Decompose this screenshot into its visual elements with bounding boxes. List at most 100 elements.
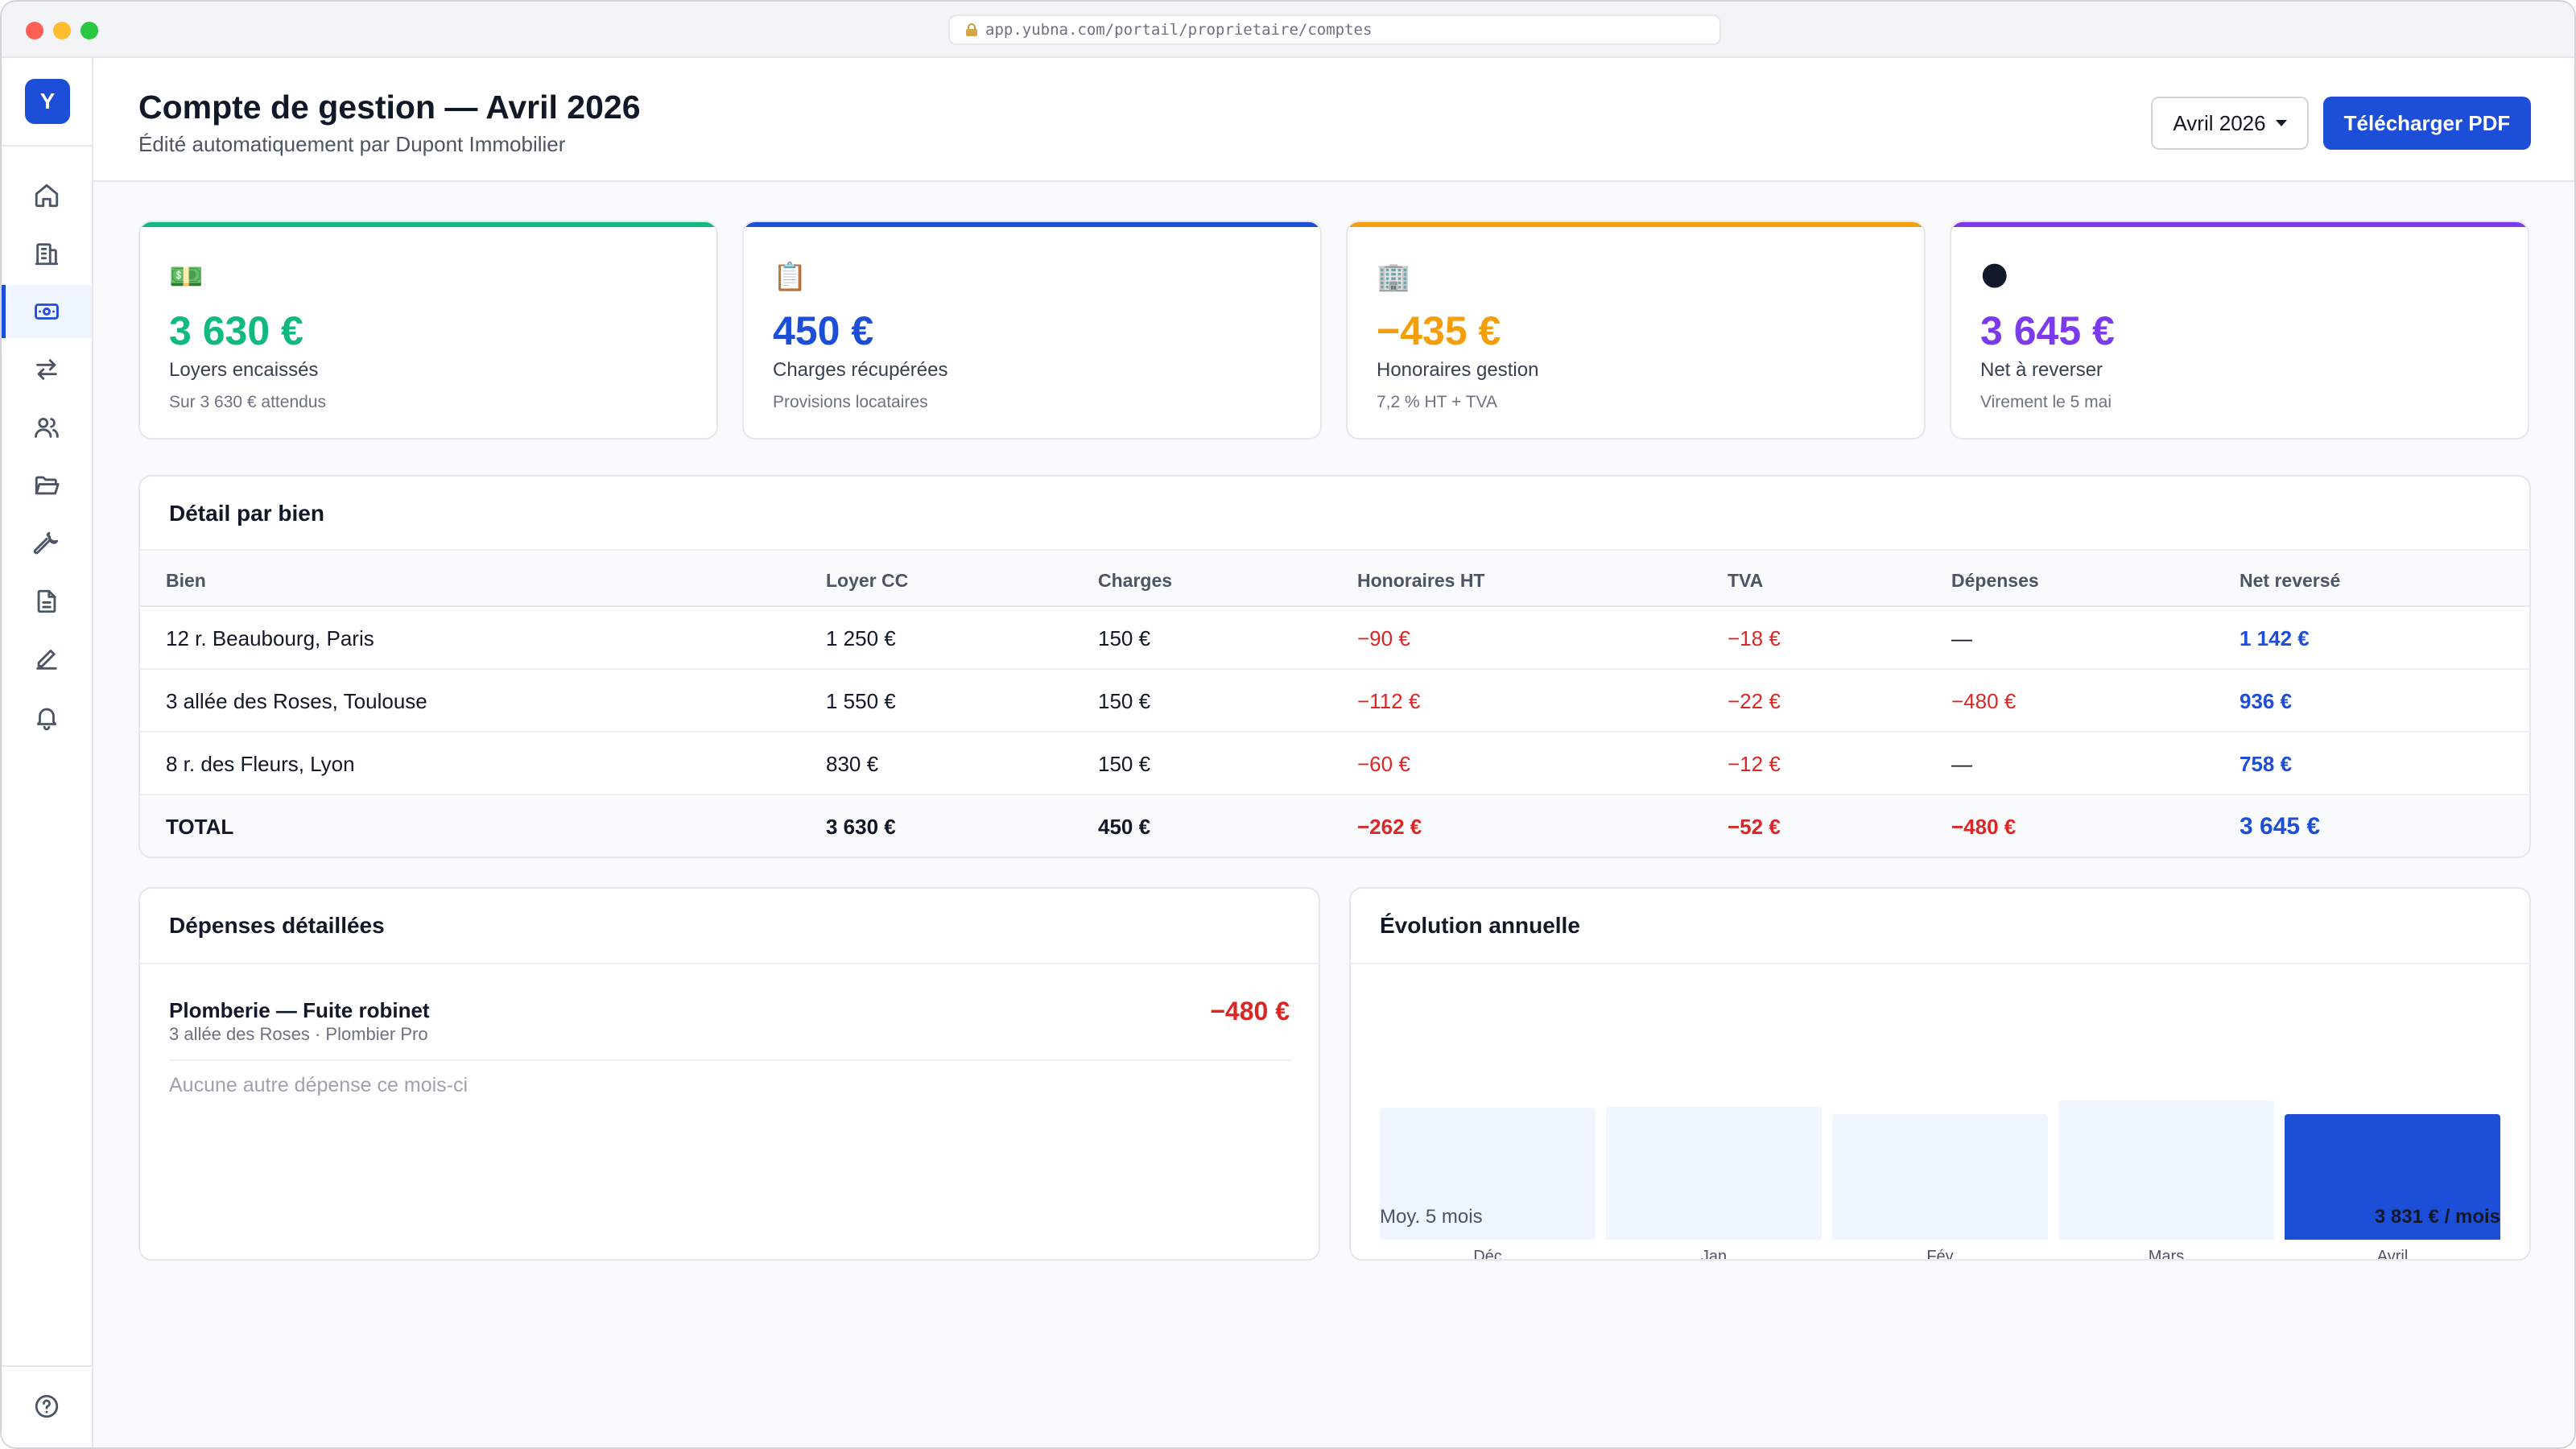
column-header[interactable]: Honoraires HT	[1357, 570, 1484, 592]
property-detail-table: Détail par bien Bien Loyer CC Charges Ho…	[138, 475, 2531, 858]
cell-fees: −60 €	[1357, 752, 1410, 776]
kpi-card-fees: 🏢 −435 € Honoraires gestion 7,2 % HT + T…	[1346, 221, 1926, 440]
sidebar-item-accounts[interactable]	[2, 285, 92, 338]
kpi-card-net: 🌑 3 645 € Net à reverser Virement le 5 m…	[1950, 221, 2529, 440]
expenses-card: Dépenses détaillées Plomberie — Fuite ro…	[138, 887, 1320, 1261]
table-row[interactable]: 8 r. des Fleurs, Lyon 830 € 150 € −60 € …	[140, 733, 2529, 795]
card-divider	[140, 963, 1319, 964]
expense-item-title[interactable]: Plomberie — Fuite robinet	[169, 998, 430, 1023]
chart-bar[interactable]	[1606, 1107, 1822, 1240]
address-bar[interactable]: app.yubna.com/portail/proprietaire/compt…	[948, 14, 1721, 45]
table-header: Bien Loyer CC Charges Honoraires HT TVA …	[140, 549, 2529, 607]
lock-icon	[966, 23, 977, 36]
chart-bar[interactable]	[2058, 1100, 2274, 1240]
money-icon	[35, 303, 59, 320]
cell-net: 936 €	[2240, 689, 2293, 713]
page-subtitle: Édité automatiquement par Dupont Immobil…	[138, 132, 566, 156]
kpi-value: 3 630 €	[169, 308, 303, 353]
cell-vat: −12 €	[1728, 752, 1781, 776]
column-header[interactable]: TVA	[1728, 570, 1763, 592]
kpi-accent-bar	[1348, 222, 1924, 227]
total-charges: 450 €	[1098, 815, 1151, 839]
sidebar-item-signatures[interactable]	[2, 633, 92, 686]
money-icon: 💵	[169, 262, 204, 292]
kpi-value: −435 €	[1377, 308, 1501, 353]
total-fees: −262 €	[1357, 815, 1422, 839]
sidebar-item-documents[interactable]	[2, 459, 92, 512]
sidebar-item-transfers[interactable]	[2, 343, 92, 396]
kpi-note: Virement le 5 mai	[1980, 393, 2112, 411]
table-row[interactable]: 3 allée des Roses, Toulouse 1 550 € 150 …	[140, 670, 2529, 733]
total-label: TOTAL	[166, 815, 234, 839]
kpi-card-charges: 📋 450 € Charges récupérées Provisions lo…	[742, 221, 1322, 440]
download-pdf-button[interactable]: Télécharger PDF	[2323, 97, 2531, 150]
cell-property: 3 allée des Roses, Toulouse	[166, 689, 427, 713]
cell-property: 8 r. des Fleurs, Lyon	[166, 752, 355, 776]
column-header[interactable]: Charges	[1098, 570, 1172, 592]
kpi-label: Charges récupérées	[773, 359, 948, 381]
column-header[interactable]: Bien	[166, 570, 206, 592]
table-row[interactable]: 12 r. Beaubourg, Paris 1 250 € 150 € −90…	[140, 607, 2529, 670]
expense-item-subtitle: 3 allée des Roses · Plombier Pro	[169, 1024, 428, 1044]
home-icon	[35, 184, 59, 208]
total-net: 3 645 €	[2240, 813, 2321, 840]
cell-rent: 1 250 €	[826, 626, 896, 650]
evolution-bar-chart: Déc Jan Fév Mars Avril	[1380, 1009, 2502, 1259]
pen-icon	[36, 649, 57, 670]
expenses-empty-text: Aucune autre dépense ce mois-ci	[169, 1074, 469, 1096]
arrows-icon	[36, 359, 57, 380]
cell-rent: 1 550 €	[826, 689, 896, 713]
card-divider	[1351, 963, 2529, 964]
kpi-note: 7,2 % HT + TVA	[1377, 393, 1497, 411]
chart-bar[interactable]	[1832, 1114, 2048, 1240]
cell-expenses: −480 €	[1951, 689, 2017, 713]
sidebar-item-help[interactable]	[2, 1380, 92, 1433]
close-window-button[interactable]	[26, 22, 43, 39]
cell-charges: 150 €	[1098, 689, 1151, 713]
period-select[interactable]: Avril 2026	[2151, 97, 2309, 150]
table-total-row: TOTAL 3 630 € 450 € −262 € −52 € −480 € …	[140, 795, 2529, 857]
sidebar-item-reports[interactable]	[2, 575, 92, 628]
kpi-note: Provisions locataires	[773, 393, 928, 411]
column-header[interactable]: Net reversé	[2240, 570, 2340, 592]
sidebar-item-notifications[interactable]	[2, 691, 92, 744]
maximize-window-button[interactable]	[80, 22, 98, 39]
kpi-accent-bar	[744, 222, 1320, 227]
kpi-accent-bar	[140, 222, 716, 227]
sidebar-item-home[interactable]	[2, 169, 92, 222]
minimize-window-button[interactable]	[53, 22, 71, 39]
expenses-title: Dépenses détaillées	[169, 913, 385, 938]
url-text: app.yubna.com/portail/proprietaire/compt…	[985, 21, 1373, 39]
cell-expenses: —	[1951, 626, 1972, 650]
sidebar-item-buildings[interactable]	[2, 227, 92, 280]
bell-icon	[36, 708, 57, 731]
cell-fees: −90 €	[1357, 626, 1410, 650]
sidebar-item-tenants[interactable]	[2, 401, 92, 454]
evolution-title: Évolution annuelle	[1380, 913, 1580, 938]
help-icon	[35, 1394, 59, 1418]
office-building-icon: 🏢	[1377, 262, 1411, 292]
app-logo[interactable]: Y	[25, 79, 70, 124]
building-icon	[35, 243, 59, 266]
wrench-icon	[33, 531, 59, 555]
column-header[interactable]: Dépenses	[1951, 570, 2039, 592]
folder-icon	[35, 476, 60, 495]
chevron-down-icon	[2275, 120, 2287, 126]
table-title: Détail par bien	[169, 501, 324, 526]
file-icon	[37, 589, 56, 613]
period-value: Avril 2026	[2173, 110, 2266, 135]
column-header[interactable]: Loyer CC	[826, 570, 908, 592]
total-rent: 3 630 €	[826, 815, 896, 839]
cell-vat: −18 €	[1728, 626, 1781, 650]
sidebar-bottom-divider	[2, 1365, 92, 1367]
chart-category-label: Mars	[2148, 1248, 2185, 1261]
cell-net: 1 142 €	[2240, 626, 2310, 650]
chart-category-label: Avril	[2376, 1248, 2409, 1261]
chart-category-label: Jan	[1700, 1248, 1728, 1261]
sidebar-item-maintenance[interactable]	[2, 517, 92, 570]
page-header: Compte de gestion — Avril 2026 Édité aut…	[93, 58, 2574, 182]
users-icon	[35, 417, 59, 438]
kpi-accent-bar	[1951, 222, 2528, 227]
cell-rent: 830 €	[826, 752, 879, 776]
chart-category-label: Déc	[1473, 1248, 1502, 1261]
